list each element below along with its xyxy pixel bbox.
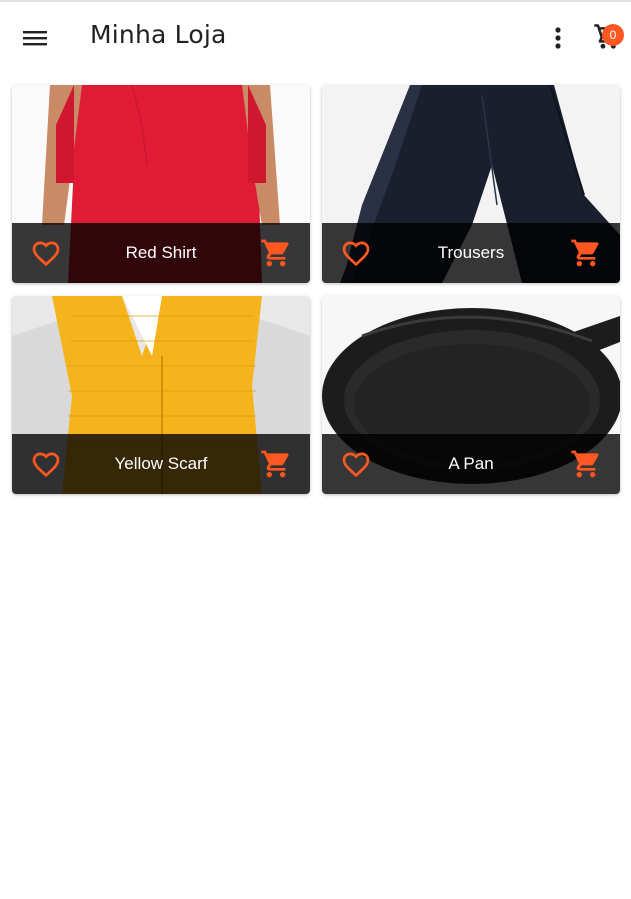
product-name: Red Shirt [125,243,197,262]
product-card-trousers[interactable]: Trousers [322,85,620,283]
favorite-button[interactable] [30,237,62,269]
app-title: Minha Loja [90,20,227,49]
product-card-red-shirt[interactable]: Red Shirt [12,85,310,283]
product-name: A Pan [448,454,494,473]
add-shopping-cart-icon [571,239,599,267]
add-to-cart-button[interactable] [570,237,602,269]
product-caption-bar: Trousers [322,223,620,283]
product-card-a-pan[interactable]: A Pan [322,296,620,494]
add-shopping-cart-icon [261,239,289,267]
heart-outline-icon [32,241,60,267]
product-name: Yellow Scarf [114,454,208,473]
add-shopping-cart-icon [571,450,599,478]
product-card-yellow-scarf[interactable]: Yellow Scarf [12,296,310,494]
favorite-button[interactable] [340,448,372,480]
more-options-button[interactable] [540,17,576,59]
menu-icon [23,31,47,46]
add-to-cart-button[interactable] [570,448,602,480]
favorite-button[interactable] [30,448,62,480]
add-shopping-cart-icon [261,450,289,478]
more-vert-icon [555,27,561,49]
heart-outline-icon [342,452,370,478]
cart-count-badge: 0 [602,24,624,46]
favorite-button[interactable] [340,237,372,269]
product-caption-bar: A Pan [322,434,620,494]
menu-button[interactable] [14,17,56,59]
product-caption-bar: Yellow Scarf [12,434,310,494]
product-caption-bar: Red Shirt [12,223,310,283]
add-to-cart-button[interactable] [260,237,292,269]
product-name: Trousers [437,243,505,262]
add-to-cart-button[interactable] [260,448,292,480]
heart-outline-icon [342,241,370,267]
heart-outline-icon [32,452,60,478]
app-bar: Minha Loja 0 [0,2,631,74]
